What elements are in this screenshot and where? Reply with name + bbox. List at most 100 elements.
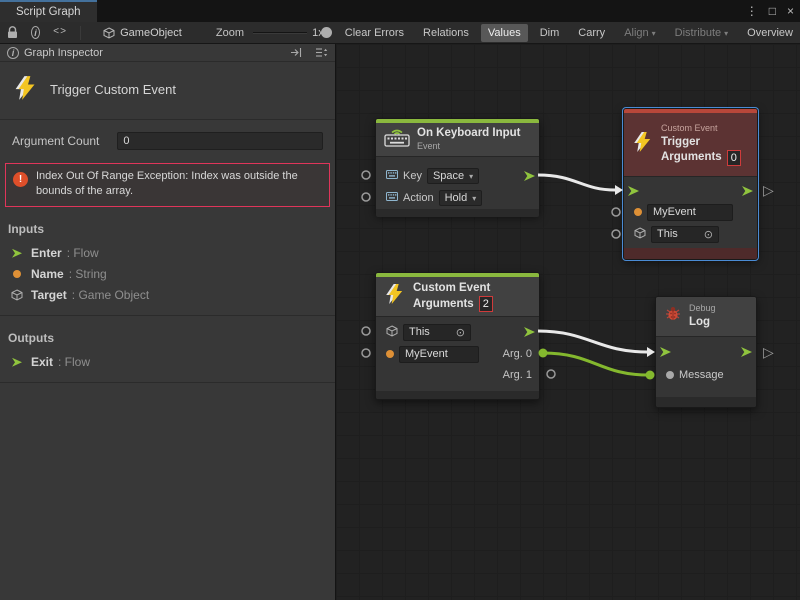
- target-field[interactable]: This ⊙: [403, 324, 471, 341]
- zoom-label: Zoom: [216, 27, 244, 39]
- node-footer: [376, 209, 539, 217]
- event-name-value: MyEvent: [653, 206, 696, 218]
- event-name-row: MyEvent: [624, 201, 757, 223]
- align-dropdown[interactable]: Align▾: [617, 24, 662, 42]
- value-port-icon[interactable]: [666, 371, 674, 379]
- port-circle[interactable]: [362, 171, 370, 179]
- clear-errors-button[interactable]: Clear Errors: [338, 24, 411, 42]
- event-name-field[interactable]: MyEvent: [399, 346, 479, 363]
- window-menu-icon[interactable]: ⋮: [746, 5, 758, 17]
- error-message-box: ! Index Out Of Range Exception: Index wa…: [5, 163, 330, 207]
- connected-port-dot[interactable]: [646, 371, 655, 380]
- node-trigger-custom-event[interactable]: Custom Event Trigger Arguments0 MyEvent: [623, 108, 758, 260]
- wire-arg0-to-message: [543, 353, 648, 375]
- inspected-unit-title-row: Trigger Custom Event: [0, 62, 335, 120]
- node-header[interactable]: Debug Log: [656, 297, 756, 337]
- overview-button[interactable]: Overview: [740, 24, 800, 42]
- flow-in-arrow-icon[interactable]: [660, 347, 671, 357]
- node-header[interactable]: Custom Event Trigger Arguments0: [624, 113, 757, 177]
- event-name-field[interactable]: MyEvent: [647, 204, 733, 221]
- flow-out-arrow-icon[interactable]: [741, 347, 752, 357]
- list-options-icon[interactable]: [315, 47, 328, 58]
- carry-button[interactable]: Carry: [571, 24, 612, 42]
- argument-count-input[interactable]: 0: [117, 132, 323, 150]
- graph-canvas[interactable]: On Keyboard Input Event Key Space▾: [336, 44, 800, 600]
- port-type: : String: [69, 267, 107, 281]
- node-header[interactable]: Custom Event Arguments2: [376, 277, 539, 317]
- info-icon: i: [7, 47, 19, 59]
- gameobject-cube-icon[interactable]: [634, 227, 646, 242]
- input-port-row-target: Target : Game Object: [0, 285, 335, 306]
- close-icon[interactable]: ×: [787, 5, 794, 17]
- port-name: Exit: [31, 355, 53, 369]
- chevron-down-icon: ▾: [472, 194, 476, 203]
- distribute-dropdown[interactable]: Distribute▾: [668, 24, 735, 42]
- port-circle[interactable]: [362, 193, 370, 201]
- play-indicator-icon: ▷: [763, 183, 774, 197]
- arguments-count-badge: 2: [479, 296, 493, 312]
- port-type: : Flow: [58, 355, 90, 369]
- port-circle[interactable]: [612, 208, 620, 216]
- arguments-count-badge: 0: [727, 150, 741, 166]
- node-title: Log: [689, 315, 716, 330]
- arg1-output-label: Arg. 1: [503, 369, 532, 381]
- inspected-unit-title: Trigger Custom Event: [50, 82, 176, 97]
- port-circle[interactable]: [547, 370, 555, 378]
- port-circle[interactable]: [362, 327, 370, 335]
- info-icon[interactable]: i: [31, 26, 40, 39]
- node-on-keyboard-input[interactable]: On Keyboard Input Event Key Space▾: [375, 118, 540, 215]
- port-name: Enter: [31, 246, 62, 260]
- tab-title: Script Graph: [16, 6, 81, 18]
- target-value: This: [409, 326, 430, 338]
- flow-out-arrow-icon[interactable]: [742, 186, 753, 196]
- inspector-header-title: Graph Inspector: [24, 47, 103, 59]
- node-custom-event[interactable]: Custom Event Arguments2 This ⊙ MyEvent Ar…: [375, 272, 540, 400]
- object-picker-icon[interactable]: ⊙: [704, 228, 713, 241]
- values-button[interactable]: Values: [481, 24, 528, 42]
- wire-arrowhead: [615, 185, 623, 195]
- zoom-slider[interactable]: [253, 26, 307, 40]
- chevron-down-icon: ▾: [724, 29, 728, 38]
- tab-script-graph[interactable]: Script Graph: [0, 0, 97, 22]
- keyboard-mini-icon: [386, 170, 398, 182]
- maximize-icon[interactable]: □: [769, 5, 776, 17]
- key-value: Space: [433, 170, 464, 182]
- error-message-text: Index Out Of Range Exception: Index was …: [36, 169, 322, 200]
- relations-button[interactable]: Relations: [416, 24, 476, 42]
- port-circle[interactable]: [612, 230, 620, 238]
- target-value: This: [657, 228, 678, 240]
- script-graph-window: Script Graph ⋮ □ × i <> GameObject Zoom …: [0, 0, 800, 600]
- flow-in-arrow-icon[interactable]: [628, 186, 639, 196]
- node-body: Key Space▾ Action Hold▾: [376, 157, 539, 209]
- node-footer: [624, 248, 757, 259]
- key-port-row: Key Space▾: [376, 165, 539, 187]
- node-body: MyEvent This ⊙: [624, 177, 757, 248]
- node-debug-log[interactable]: Debug Log Message: [655, 296, 757, 408]
- node-footer: [376, 391, 539, 399]
- event-name-row: MyEvent Arg. 0: [376, 343, 539, 365]
- string-port-icon[interactable]: [386, 350, 394, 358]
- gameobject-selector[interactable]: GameObject: [103, 27, 182, 39]
- dim-button[interactable]: Dim: [533, 24, 567, 42]
- toolbar-divider: [80, 26, 81, 40]
- flow-out-arrow-icon[interactable]: [524, 327, 535, 337]
- string-port-icon: [11, 270, 23, 278]
- gameobject-cube-icon[interactable]: [386, 325, 398, 340]
- action-port-row: Action Hold▾: [376, 187, 539, 209]
- dock-panel-icon[interactable]: [290, 47, 302, 58]
- port-type: : Flow: [67, 246, 99, 260]
- zoom-slider-handle[interactable]: [321, 27, 332, 38]
- node-header[interactable]: On Keyboard Input Event: [376, 123, 539, 157]
- port-circle[interactable]: [362, 349, 370, 357]
- flow-out-arrow-icon[interactable]: [524, 171, 535, 181]
- code-icon[interactable]: <>: [53, 27, 67, 38]
- message-row: Message: [656, 363, 756, 387]
- object-picker-icon[interactable]: ⊙: [456, 326, 465, 339]
- lock-icon[interactable]: [7, 26, 18, 39]
- target-field[interactable]: This ⊙: [651, 226, 719, 243]
- node-title: Custom Event: [413, 281, 493, 296]
- key-dropdown[interactable]: Space▾: [427, 168, 479, 184]
- string-port-icon[interactable]: [634, 208, 642, 216]
- port-name: Name: [31, 267, 64, 281]
- action-dropdown[interactable]: Hold▾: [439, 190, 483, 206]
